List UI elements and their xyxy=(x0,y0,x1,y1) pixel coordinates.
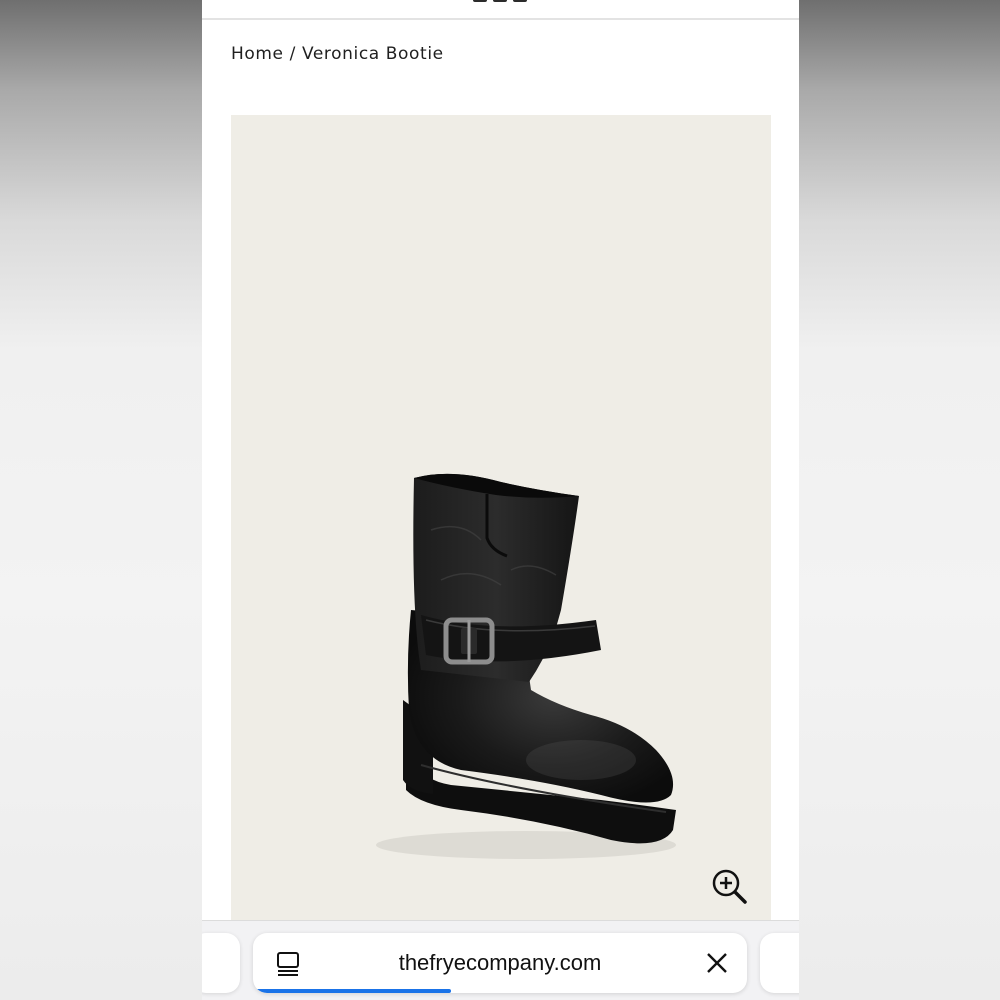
next-tab[interactable] xyxy=(760,933,799,993)
breadcrumb-current: Veronica Bootie xyxy=(301,44,444,64)
site-header xyxy=(202,0,799,20)
address-field[interactable]: thefryecompany.com xyxy=(253,933,747,993)
zoom-in-icon xyxy=(712,869,747,904)
zoom-button[interactable] xyxy=(710,867,750,907)
previous-tab[interactable] xyxy=(202,933,240,993)
breadcrumb-home-link[interactable]: Home xyxy=(231,44,284,64)
breadcrumb: Home / Veronica Bootie xyxy=(231,44,444,64)
browser-address-bar: thefryecompany.com xyxy=(202,920,799,1000)
phone-screen: Home / Veronica Bootie thefryecompany.co… xyxy=(202,0,799,1000)
product-image[interactable] xyxy=(231,115,771,925)
breadcrumb-separator: / xyxy=(289,44,296,64)
boot-image xyxy=(376,473,676,859)
url-text[interactable]: thefryecompany.com xyxy=(253,950,747,976)
page-load-progress xyxy=(253,989,451,993)
site-logo[interactable] xyxy=(464,0,536,4)
close-icon[interactable] xyxy=(705,951,729,975)
